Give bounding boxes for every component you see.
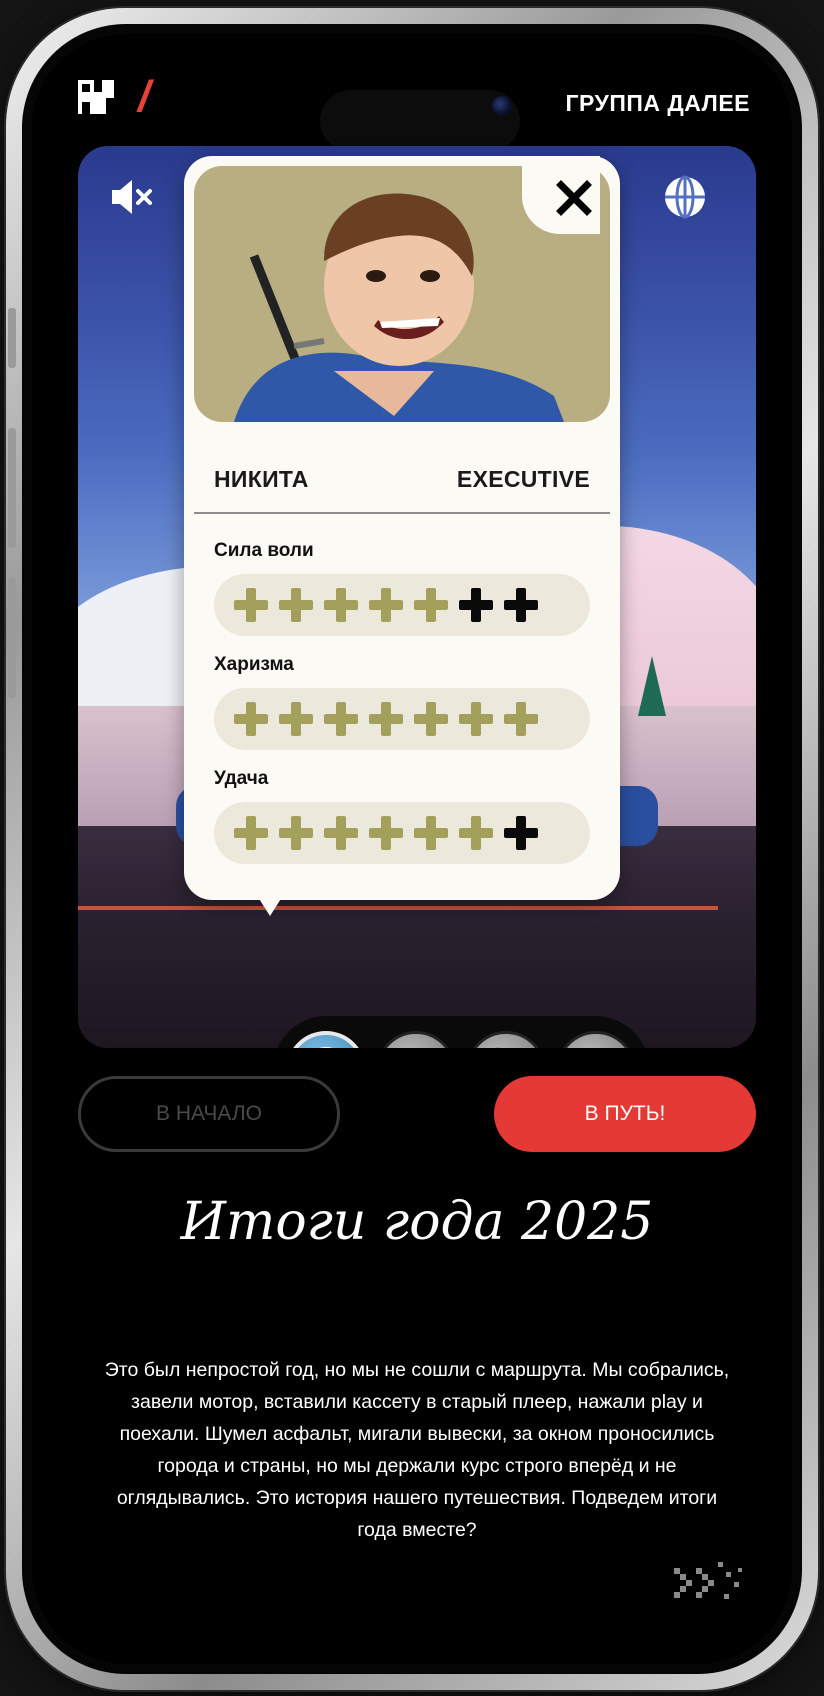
tree-icon <box>638 656 666 716</box>
stat-bar-charisma <box>214 688 590 750</box>
character-tab-brush[interactable] <box>556 1031 636 1048</box>
stat-bar-willpower <box>214 574 590 636</box>
mute-icon[interactable] <box>108 172 158 222</box>
logo-icon[interactable] <box>76 78 116 116</box>
plus-filled-icon <box>277 586 315 624</box>
character-selector <box>272 1016 650 1048</box>
logo-slash: / <box>138 72 151 121</box>
camera-icon <box>492 96 512 116</box>
intro-text: Это был непростой год, но мы не сошли с … <box>104 1359 730 1541</box>
rock-hand-icon <box>388 1043 444 1048</box>
volume-up-button <box>8 428 16 548</box>
volume-down-button <box>8 578 16 698</box>
close-icon[interactable] <box>556 180 592 216</box>
dynamic-island <box>320 90 520 152</box>
page-title: Итоги года 2025 <box>180 1192 654 1252</box>
plus-filled-icon <box>367 700 405 738</box>
character-tab-target[interactable] <box>286 1031 366 1048</box>
brush-icon <box>568 1043 624 1048</box>
phone-bezel: / ГРУППА ДАЛЕЕ НИКИТА EXECUTIVE Сила вол… <box>22 24 802 1674</box>
to-start-button[interactable]: В НАЧАЛО <box>78 1076 340 1152</box>
character-name: НИКИТА <box>214 466 309 492</box>
stat-label-charisma: Харизма <box>214 654 294 675</box>
plus-filled-icon <box>277 814 315 852</box>
globe-icon[interactable] <box>660 172 710 222</box>
plus-empty-icon <box>502 814 540 852</box>
plus-filled-icon <box>277 700 315 738</box>
plus-filled-icon <box>367 586 405 624</box>
pixel-arrows-icon[interactable] <box>674 1562 746 1604</box>
character-tab-rock[interactable] <box>376 1031 456 1048</box>
character-header: НИКИТА EXECUTIVE <box>214 466 590 493</box>
plus-filled-icon <box>412 586 450 624</box>
plus-filled-icon <box>232 814 270 852</box>
plus-empty-icon <box>457 586 495 624</box>
stat-label-luck: Удача <box>214 768 269 789</box>
plus-filled-icon <box>367 814 405 852</box>
character-tab-wrench[interactable] <box>466 1031 546 1048</box>
phone-frame: / ГРУППА ДАЛЕЕ НИКИТА EXECUTIVE Сила вол… <box>6 8 818 1690</box>
plus-filled-icon <box>502 700 540 738</box>
plus-filled-icon <box>457 700 495 738</box>
plus-filled-icon <box>412 700 450 738</box>
character-card: НИКИТА EXECUTIVE Сила воли Харизма Удача <box>184 156 620 900</box>
action-button <box>8 308 16 368</box>
road-line <box>78 906 718 910</box>
plus-filled-icon <box>322 586 360 624</box>
plus-filled-icon <box>232 586 270 624</box>
stat-bar-luck <box>214 802 590 864</box>
plus-filled-icon <box>232 700 270 738</box>
target-icon <box>319 1047 333 1048</box>
wrench-icon <box>496 1047 500 1048</box>
group-next-link[interactable]: ГРУППА ДАЛЕЕ <box>565 90 750 117</box>
character-role: EXECUTIVE <box>456 466 590 492</box>
stat-label-willpower: Сила воли <box>214 540 314 561</box>
plus-filled-icon <box>322 700 360 738</box>
plus-empty-icon <box>502 586 540 624</box>
plus-filled-icon <box>412 814 450 852</box>
card-pointer <box>256 894 284 916</box>
phone-screen: / ГРУППА ДАЛЕЕ НИКИТА EXECUTIVE Сила вол… <box>32 34 792 1664</box>
plus-filled-icon <box>457 814 495 852</box>
card-divider <box>194 512 610 514</box>
plus-filled-icon <box>322 814 360 852</box>
start-journey-button[interactable]: В ПУТЬ! <box>494 1076 756 1152</box>
